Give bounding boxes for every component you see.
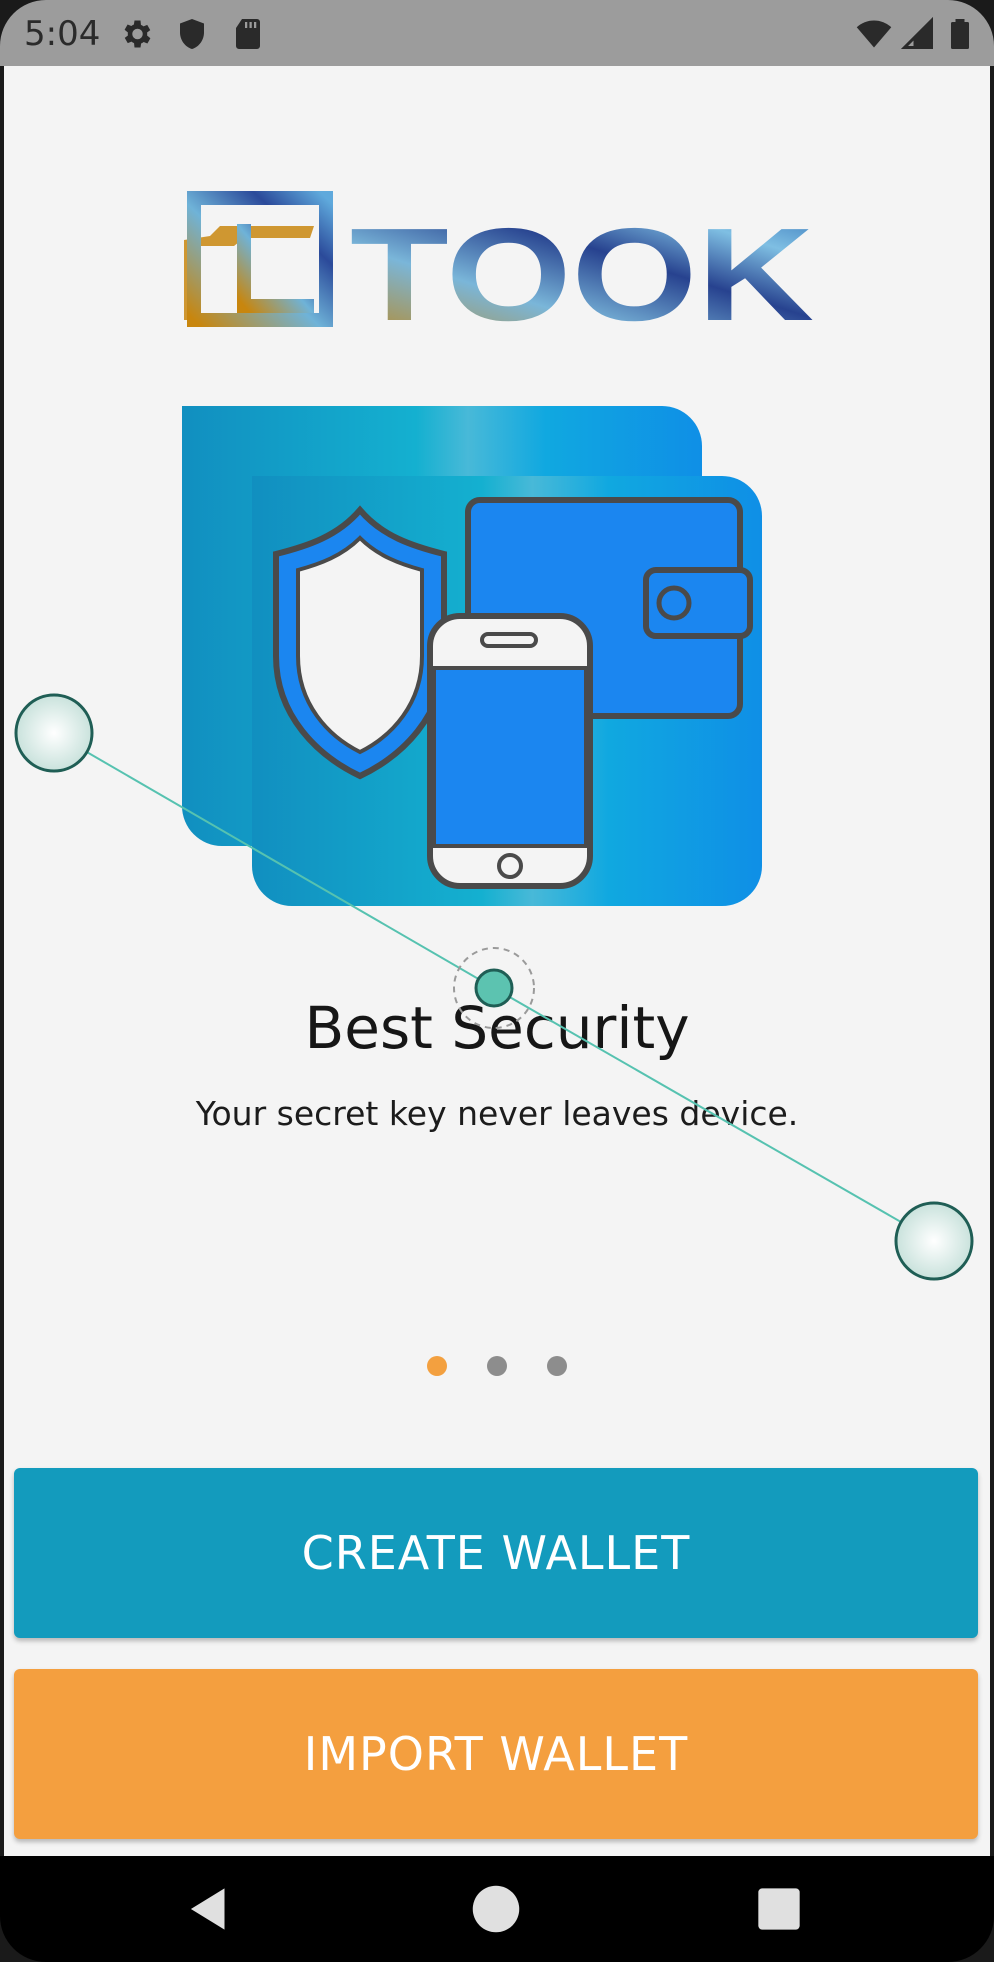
logo-wordmark: TOOK [350,201,814,336]
phone-screen: 5:04 TOOK Best Security Your secret key … [0,0,994,1962]
page-dot-3[interactable] [547,1356,567,1376]
onboarding-screen: TOOK Best Security Your secret key never… [4,66,990,1856]
home-icon[interactable] [465,1878,527,1940]
took-logo: TOOK [184,191,814,336]
status-bar: 5:04 [0,0,994,66]
status-time: 5:04 [24,14,101,54]
sd-card-icon [236,19,260,49]
import-wallet-button[interactable]: IMPORT WALLET [14,1669,978,1839]
slide-subtitle: Your secret key never leaves device. [195,1094,799,1133]
page-dot-2[interactable] [487,1356,507,1376]
recents-icon[interactable] [748,1878,810,1940]
shield-icon [180,19,204,49]
battery-icon [951,19,969,49]
slide-title: Best Security [304,994,690,1062]
signal-icon [900,16,933,49]
gear-icon [124,20,151,48]
system-nav-bar [0,1856,994,1962]
back-icon[interactable] [178,1878,240,1940]
page-indicator [4,1356,990,1380]
wifi-icon [856,20,892,48]
phone-graphic [427,613,593,889]
page-dot-1[interactable] [427,1356,447,1376]
create-wallet-button[interactable]: CREATE WALLET [14,1468,978,1638]
security-illustration [182,406,762,906]
